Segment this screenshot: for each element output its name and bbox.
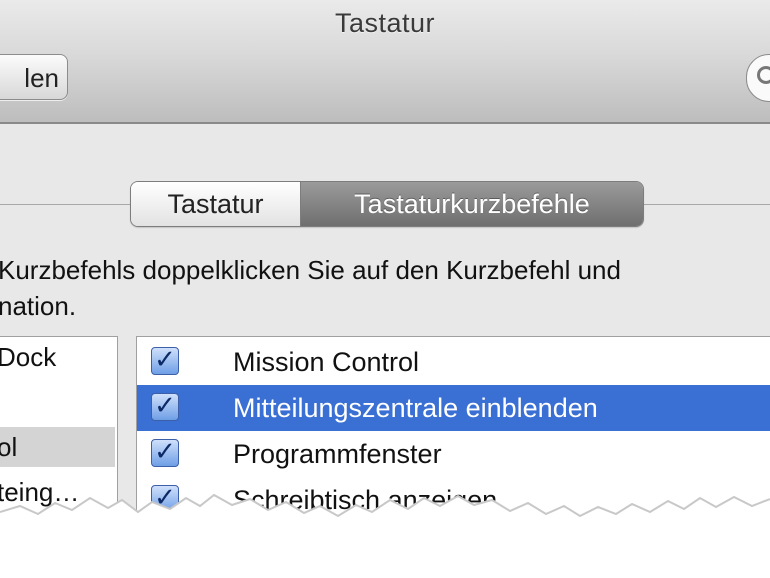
window-title: Tastatur — [334, 8, 436, 38]
instruction-line-1: Kurzbefehls doppelklicken Sie auf den Ku… — [0, 255, 621, 285]
checkbox-show-desktop[interactable]: ✓ — [151, 485, 179, 513]
tab-keyboard[interactable]: Tastatur — [131, 182, 301, 226]
shortcut-row[interactable]: ✓ Programmfenster — [137, 431, 770, 477]
shortcut-list[interactable]: ✓ Mission Control ✓ Mitteilungszentrale … — [136, 336, 770, 578]
shortcut-label: Schreibtisch anzeigen — [233, 485, 498, 515]
shortcut-label: Mission Control — [233, 347, 420, 377]
checkbox-notification-center[interactable]: ✓ — [151, 393, 179, 421]
shortcut-row[interactable]: ✓ Mission Control — [137, 339, 770, 385]
tab-keyboard-shortcuts[interactable]: Tastaturkurzbefehle — [301, 182, 643, 226]
title-bar: Tastatur len — [0, 0, 770, 124]
search-field[interactable] — [746, 54, 770, 102]
category-item-truncated[interactable]: teing… — [0, 472, 115, 512]
search-icon — [757, 66, 770, 84]
shortcut-label: Mitteilungszentrale einblenden — [233, 393, 598, 423]
shortcut-row[interactable]: ✓ Schreibtisch anzeigen — [137, 477, 770, 523]
shortcut-row-selected[interactable]: ✓ Mitteilungszentrale einblenden — [137, 385, 770, 431]
checkbox-mission-control[interactable]: ✓ — [151, 347, 179, 375]
system-preferences-window: Tastatur len Tastatur Tastaturkurzbefehl… — [0, 0, 770, 578]
show-all-button[interactable]: len — [0, 54, 68, 100]
category-item-mission-control[interactable]: ol — [0, 427, 115, 467]
category-list[interactable]: Dock ol teing… — [0, 336, 118, 578]
shortcut-label: Programmfenster — [233, 439, 442, 469]
instruction-text: Kurzbefehls doppelklicken Sie auf den Ku… — [0, 252, 770, 324]
tab-control: Tastatur Tastaturkurzbefehle — [130, 181, 644, 227]
category-item-blank[interactable] — [0, 382, 115, 422]
instruction-line-2: nation. — [0, 291, 77, 321]
checkbox-application-windows[interactable]: ✓ — [151, 439, 179, 467]
category-item-dock[interactable]: Dock — [0, 337, 115, 377]
preferences-pane: Tastatur Tastaturkurzbefehle Kurzbefehls… — [0, 124, 770, 578]
